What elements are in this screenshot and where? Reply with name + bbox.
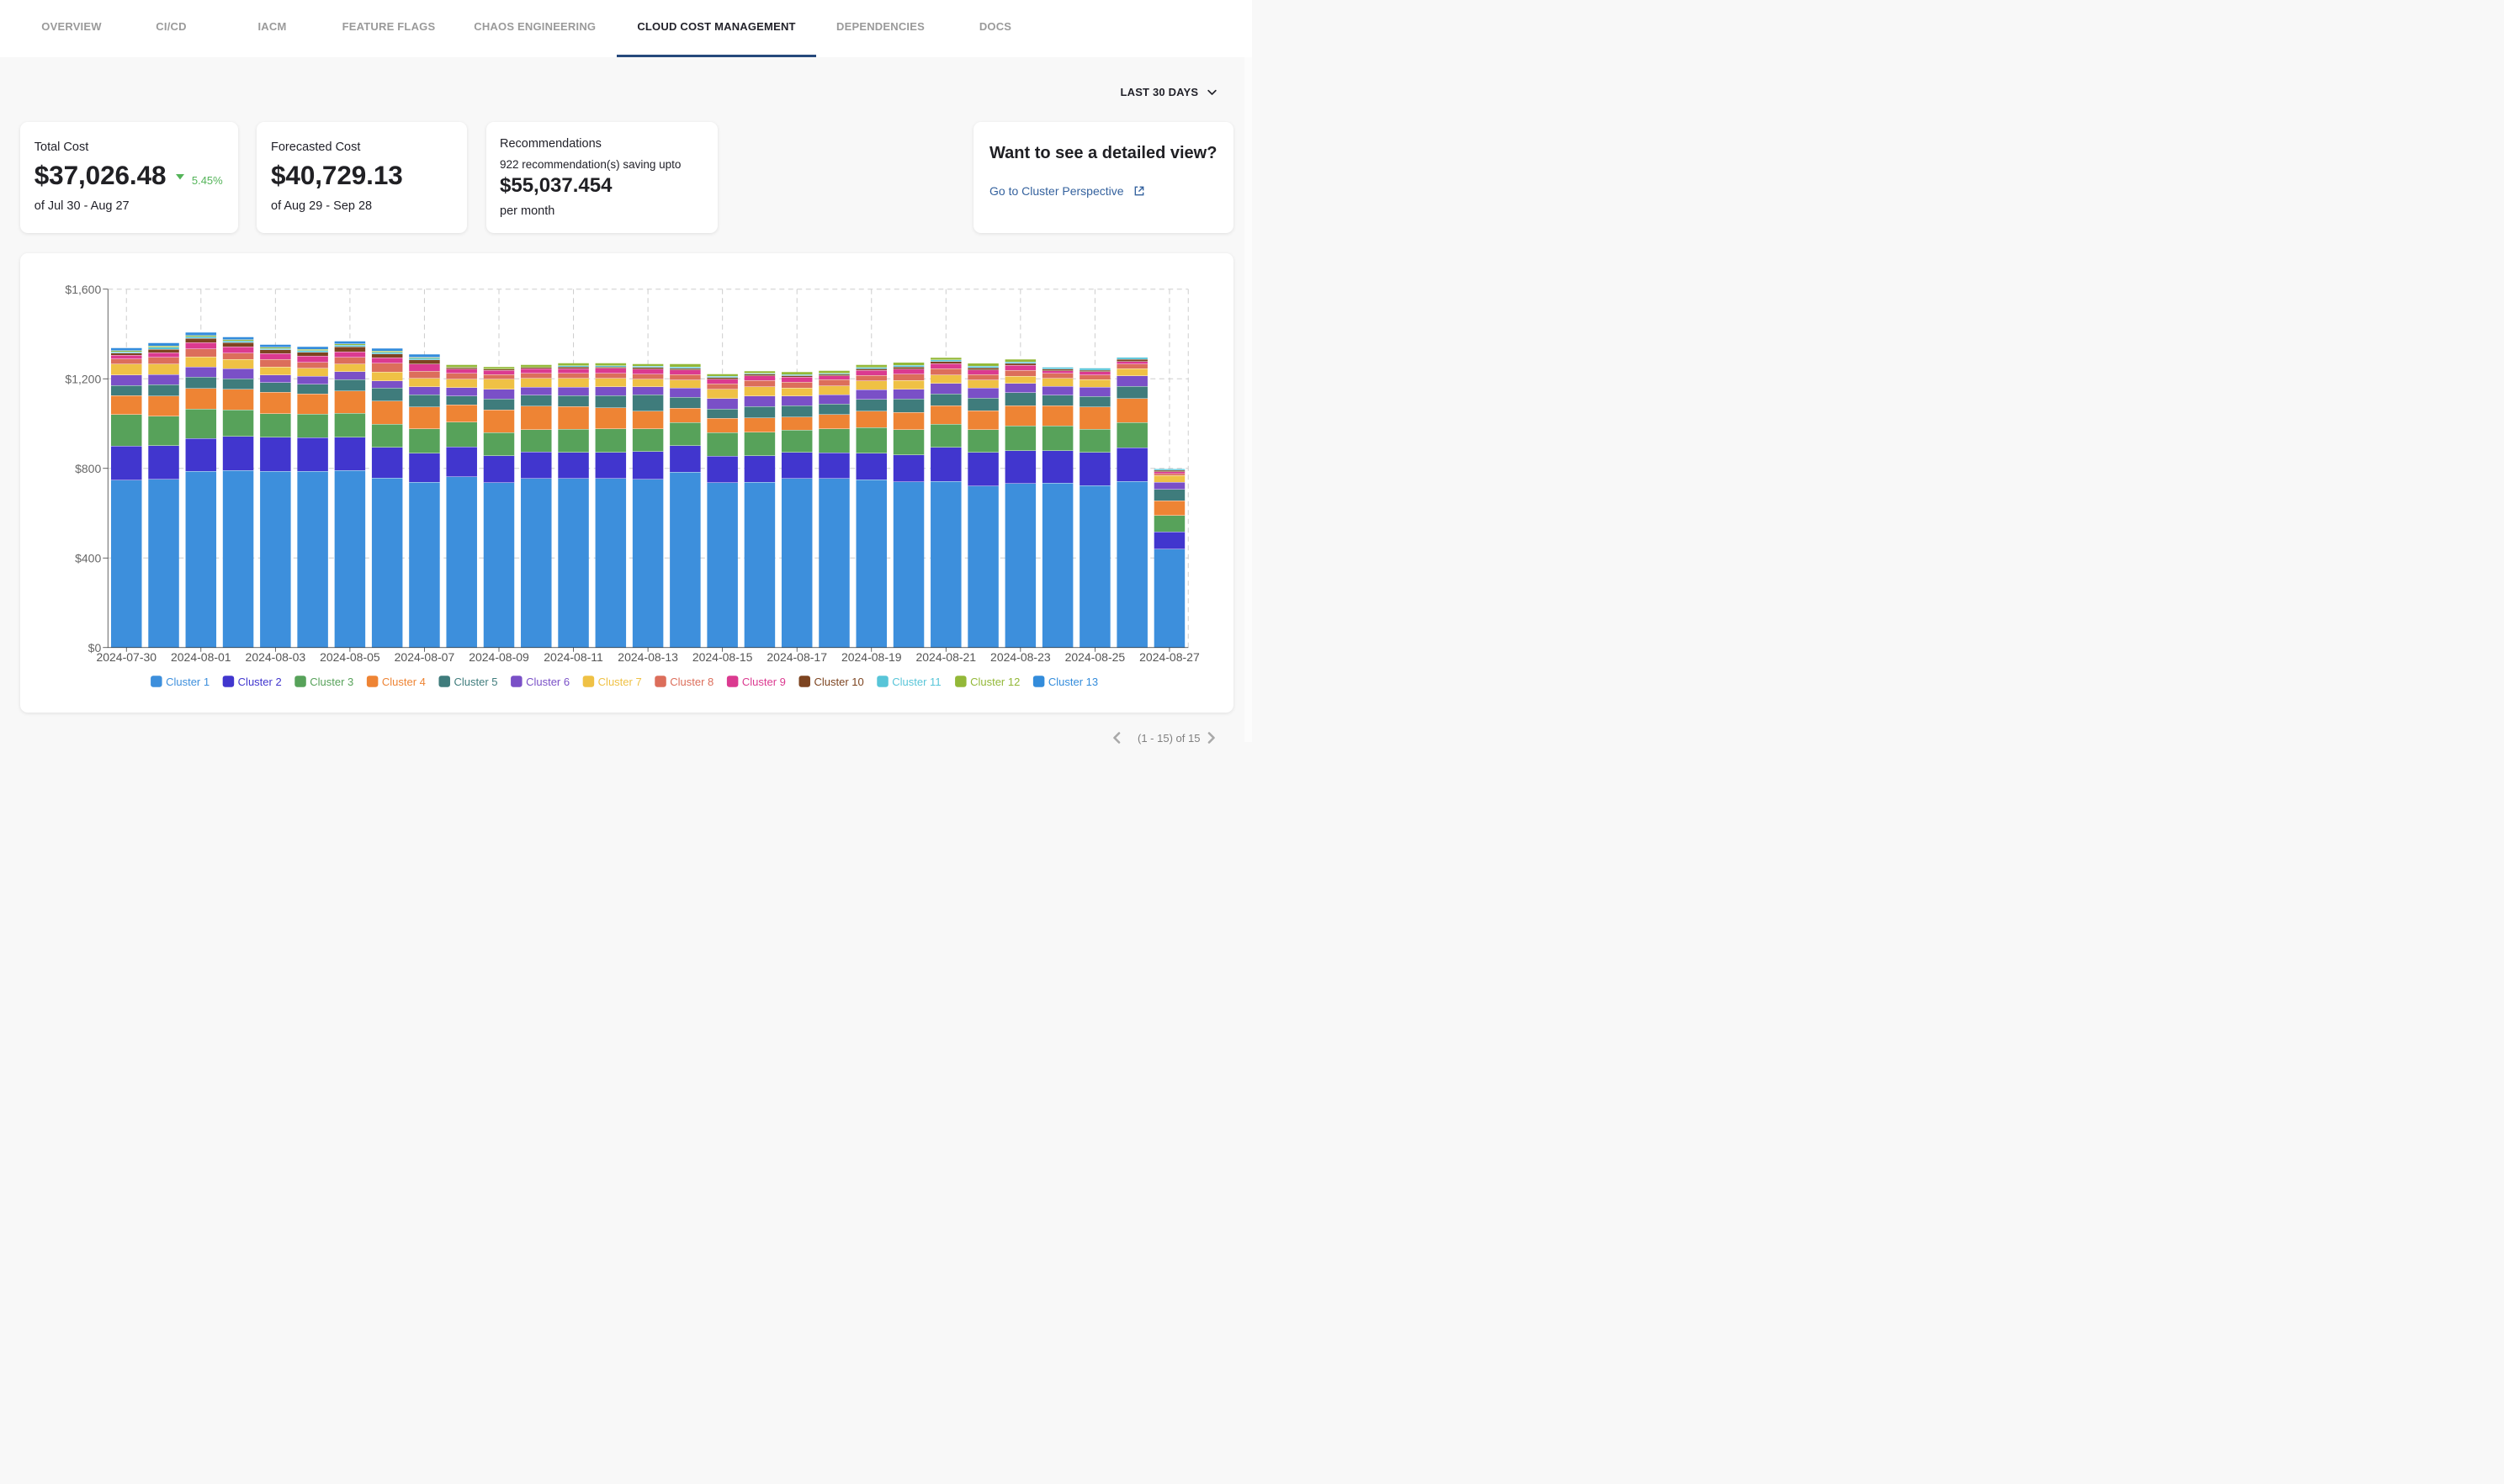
svg-text:$800: $800	[75, 462, 101, 475]
svg-text:2024-08-01: 2024-08-01	[171, 650, 231, 664]
svg-text:2024-08-15: 2024-08-15	[692, 650, 753, 664]
svg-text:2024-08-21: 2024-08-21	[915, 650, 976, 664]
svg-text:Cluster 6: Cluster 6	[526, 676, 570, 688]
svg-text:2024-08-09: 2024-08-09	[469, 650, 529, 664]
svg-text:Cluster 11: Cluster 11	[892, 676, 941, 688]
svg-text:Cluster 12: Cluster 12	[970, 676, 1020, 688]
svg-text:Cluster 2: Cluster 2	[237, 676, 281, 688]
svg-text:2024-08-11: 2024-08-11	[544, 650, 603, 664]
svg-text:Cluster 13: Cluster 13	[1048, 676, 1098, 688]
svg-text:Cluster 5: Cluster 5	[454, 676, 497, 688]
svg-text:$1,200: $1,200	[65, 372, 101, 385]
svg-text:Cluster 8: Cluster 8	[670, 676, 714, 688]
svg-text:2024-08-03: 2024-08-03	[245, 650, 305, 664]
svg-text:2024-08-13: 2024-08-13	[618, 650, 678, 664]
svg-text:Cluster 3: Cluster 3	[310, 676, 353, 688]
svg-text:2024-08-17: 2024-08-17	[767, 650, 827, 664]
svg-text:$400: $400	[75, 551, 101, 564]
svg-text:2024-08-07: 2024-08-07	[394, 650, 454, 664]
svg-text:2024-08-05: 2024-08-05	[320, 650, 380, 664]
svg-text:2024-08-27: 2024-08-27	[1139, 650, 1200, 664]
svg-text:Cluster 1: Cluster 1	[166, 676, 210, 688]
svg-text:$1,600: $1,600	[65, 283, 101, 296]
svg-text:2024-08-19: 2024-08-19	[841, 650, 902, 664]
svg-text:Cluster 9: Cluster 9	[742, 676, 786, 688]
svg-text:Cluster 7: Cluster 7	[597, 676, 641, 688]
svg-text:2024-08-23: 2024-08-23	[990, 650, 1051, 664]
svg-text:2024-08-25: 2024-08-25	[1064, 650, 1125, 664]
svg-text:Cluster 4: Cluster 4	[382, 676, 426, 688]
svg-text:Cluster 10: Cluster 10	[814, 676, 863, 688]
svg-text:2024-07-30: 2024-07-30	[96, 650, 156, 664]
